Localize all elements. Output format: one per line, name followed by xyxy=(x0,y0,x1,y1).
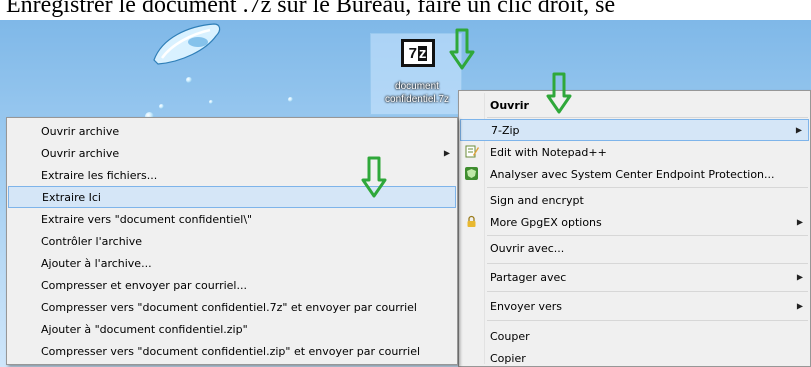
context-menu-item-couper[interactable]: Couper xyxy=(460,325,809,347)
menu-item-label: Copier xyxy=(490,351,526,365)
submenu-arrow-icon: ▶ xyxy=(796,217,803,227)
menu-item-label: Analyser avec System Center Endpoint Pro… xyxy=(490,167,775,181)
notepad-plus-plus-icon xyxy=(465,145,479,158)
menu-item-label: Envoyer vers xyxy=(490,299,562,313)
menu-separator xyxy=(487,235,808,236)
annotation-arrow-down-icon xyxy=(361,156,387,198)
submenu-item-extraire-fichiers[interactable]: Extraire les fichiers... xyxy=(8,164,456,186)
submenu-arrow-icon: ▶ xyxy=(796,301,803,311)
submenu-item-ouvrir-archive-sub[interactable]: Ouvrir archive ▶ xyxy=(8,142,456,164)
menu-item-label: Compresser vers "document confidentiel.7… xyxy=(41,300,417,314)
menu-separator xyxy=(487,117,808,118)
submenu-arrow-icon: ▶ xyxy=(443,148,450,158)
submenu-item-ouvrir-archive[interactable]: Ouvrir archive xyxy=(8,120,456,142)
menu-item-label: Contrôler l'archive xyxy=(41,234,143,248)
lock-icon xyxy=(467,215,476,227)
context-menu-item-partager-avec[interactable]: Partager avec ▶ xyxy=(460,266,809,288)
context-menu-item-sign-encrypt[interactable]: Sign and encrypt xyxy=(460,189,809,211)
water-drop-icon xyxy=(288,97,293,102)
submenu-item-compresser-zip-envoyer[interactable]: Compresser vers "document confidentiel.z… xyxy=(8,340,456,362)
context-menu-item-copier[interactable]: Copier xyxy=(460,347,809,367)
context-menu-item-envoyer-vers[interactable]: Envoyer vers ▶ xyxy=(460,295,809,317)
menu-item-label: Ouvrir archive xyxy=(41,124,120,138)
menu-item-label: Partager avec xyxy=(490,270,567,284)
menu-item-label: Couper xyxy=(490,329,530,343)
menu-separator xyxy=(487,187,808,188)
context-menu-item-endpoint-protection[interactable]: Analyser avec System Center Endpoint Pro… xyxy=(460,163,809,185)
menu-item-label: Compresser vers "document confidentiel.z… xyxy=(41,344,421,358)
desktop-file-label: document confidentiel.7z xyxy=(385,81,449,105)
menu-item-label: Compresser et envoyer par courriel... xyxy=(41,278,247,292)
menu-item-label: Ajouter à l'archive... xyxy=(41,256,152,270)
context-menu-item-7zip[interactable]: 7-Zip ▶ xyxy=(460,119,809,141)
instruction-caption: Enregistrer le document .7z sur le Burea… xyxy=(6,0,616,18)
submenu-arrow-icon: ▶ xyxy=(795,125,802,135)
menu-item-label: Extraire Ici xyxy=(42,190,101,204)
menu-item-label: Extraire vers "document confidentiel\" xyxy=(41,212,253,226)
menu-item-label: 7-Zip xyxy=(491,123,520,137)
menu-separator xyxy=(487,320,808,321)
annotation-arrow-down-icon xyxy=(546,72,572,114)
menu-item-label: Edit with Notepad++ xyxy=(490,145,607,159)
submenu-item-ajouter-archive[interactable]: Ajouter à l'archive... xyxy=(8,252,456,274)
submenu-item-extraire-ici[interactable]: Extraire Ici xyxy=(8,186,456,208)
submenu-item-extraire-vers[interactable]: Extraire vers "document confidentiel\" xyxy=(8,208,456,230)
sevenzip-file-icon: 7z 7z xyxy=(401,39,435,67)
menu-item-label: Extraire les fichiers... xyxy=(41,168,158,182)
context-menu-item-notepad[interactable]: Edit with Notepad++ xyxy=(460,141,809,163)
menu-item-label: Ajouter à "document confidentiel.zip" xyxy=(41,322,248,336)
submenu-item-ajouter-zip[interactable]: Ajouter à "document confidentiel.zip" xyxy=(8,318,456,340)
endpoint-protection-icon xyxy=(465,167,478,180)
context-menu: Ouvrir 7-Zip ▶ Edit with Notepad++ Analy… xyxy=(458,90,811,367)
annotation-arrow-down-icon xyxy=(449,28,475,70)
context-menu-item-ouvrir-avec[interactable]: Ouvrir avec... xyxy=(460,237,809,259)
submenu-item-controler-archive[interactable]: Contrôler l'archive xyxy=(8,230,456,252)
submenu-arrow-icon: ▶ xyxy=(796,272,803,282)
context-menu-item-gpgex[interactable]: More GpgEX options ▶ xyxy=(460,211,809,233)
menu-item-label: Ouvrir archive xyxy=(41,146,120,160)
menu-item-label: Ouvrir xyxy=(490,98,529,112)
context-menu-item-ouvrir[interactable]: Ouvrir xyxy=(460,94,809,116)
submenu-item-compresser-7z-envoyer[interactable]: Compresser vers "document confidentiel.7… xyxy=(8,296,456,318)
menu-separator xyxy=(487,291,808,292)
water-drop-icon xyxy=(186,77,192,83)
sevenzip-submenu: Ouvrir archive Ouvrir archive ▶ Extraire… xyxy=(6,117,458,365)
submenu-item-compresser-envoyer[interactable]: Compresser et envoyer par courriel... xyxy=(8,274,456,296)
menu-item-label: More GpgEX options xyxy=(490,215,602,229)
water-drop-icon xyxy=(159,104,164,109)
water-splash-icon xyxy=(153,23,221,65)
water-drop-icon xyxy=(209,100,213,104)
menu-separator xyxy=(487,263,808,264)
menu-item-label: Sign and encrypt xyxy=(490,193,584,207)
menu-item-label: Ouvrir avec... xyxy=(490,241,565,255)
